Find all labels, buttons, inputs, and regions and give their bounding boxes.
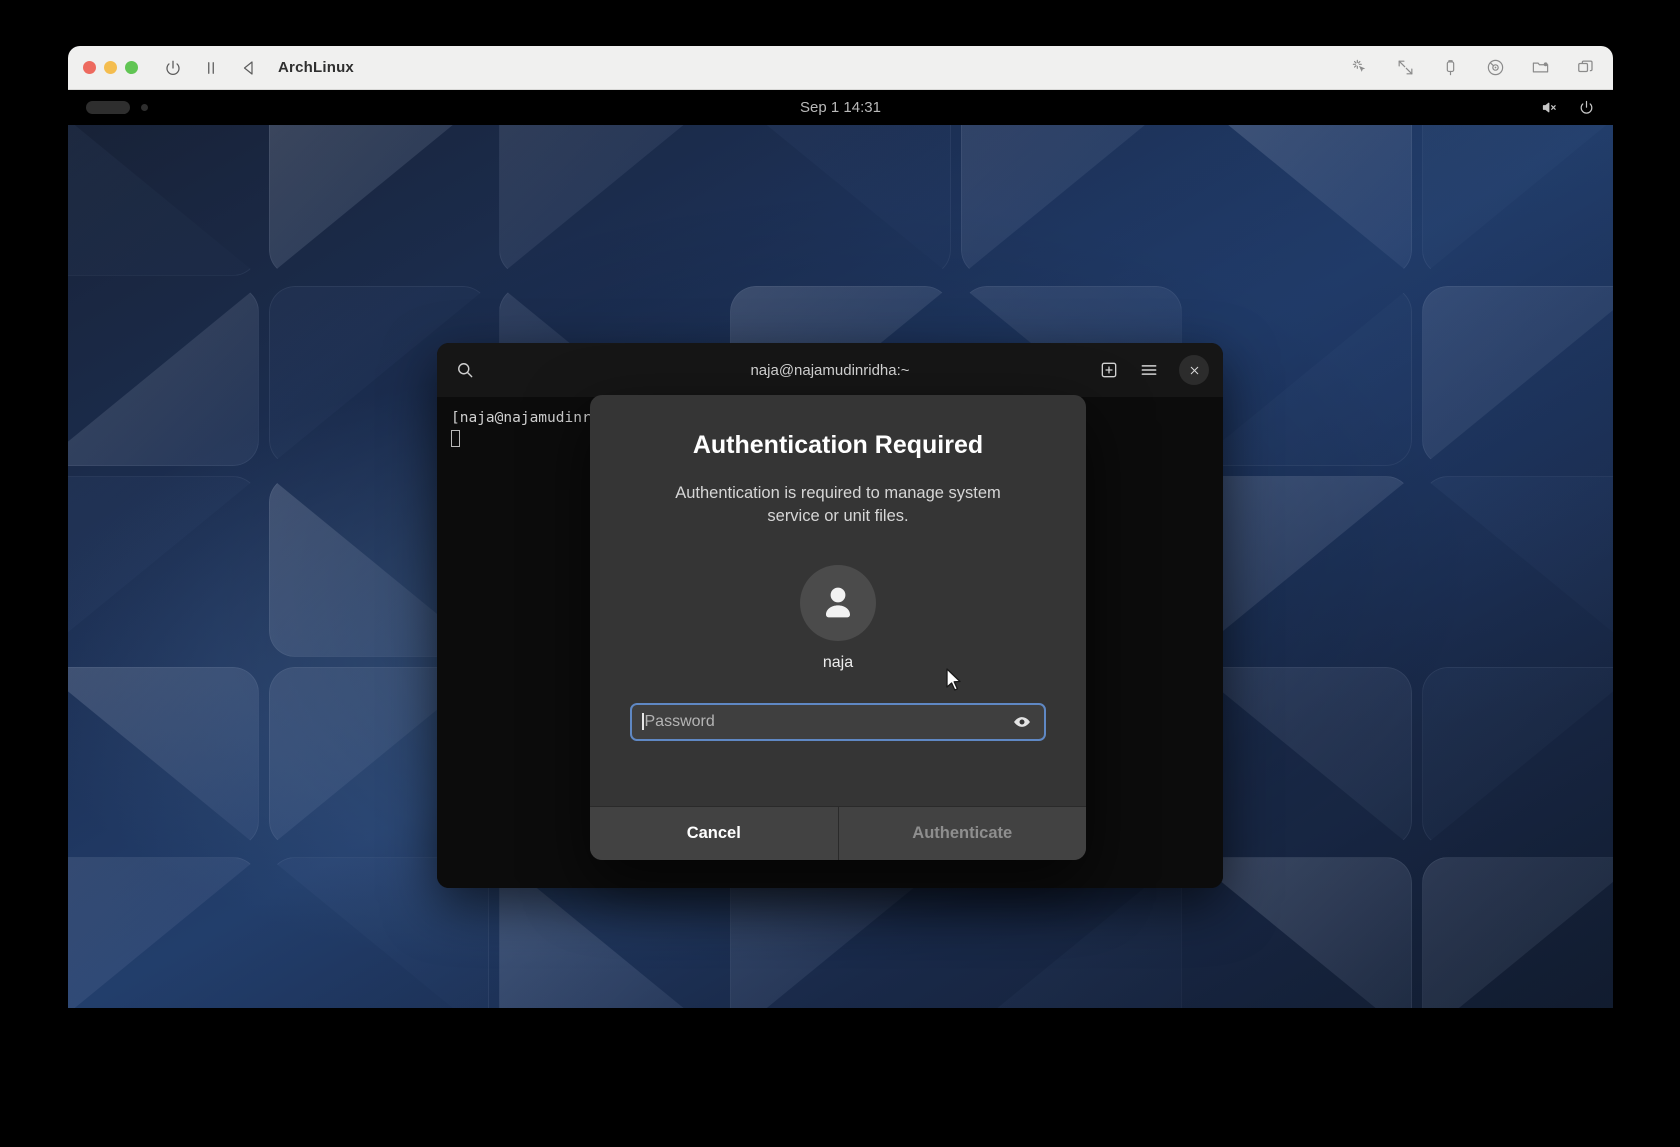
close-window-button[interactable] [83, 61, 96, 74]
desktop-bottom-letterbox [68, 1008, 1613, 1052]
traffic-light-group [83, 61, 138, 74]
vm-toolbar-left [164, 59, 258, 77]
maximize-window-button[interactable] [125, 61, 138, 74]
resize-icon[interactable] [1396, 58, 1415, 77]
eye-icon[interactable] [1012, 712, 1032, 732]
auth-username: naja [822, 653, 854, 671]
terminal-header: naja@najamudinridha:~ [437, 343, 1223, 397]
cancel-button[interactable]: Cancel [590, 807, 839, 860]
guest-screen: Sep 1 14:31 naja@najamudinridha:~ [naja@… [68, 90, 1613, 1052]
vm-toolbar-right [1351, 58, 1595, 77]
pointer-capture-icon[interactable] [1351, 58, 1370, 77]
vm-window-title: ArchLinux [278, 59, 354, 76]
password-input[interactable]: Password [630, 702, 1046, 741]
search-icon[interactable] [455, 360, 475, 380]
authenticate-button[interactable]: Authenticate [838, 807, 1086, 860]
auth-dialog-message: Authentication is required to manage sys… [675, 484, 1001, 526]
pause-icon[interactable] [202, 59, 220, 77]
password-row: Password [630, 702, 1046, 741]
windows-icon[interactable] [1576, 58, 1595, 77]
gnome-top-bar: Sep 1 14:31 [68, 90, 1613, 125]
back-navigation-icon[interactable] [240, 59, 258, 77]
power-icon[interactable] [164, 59, 182, 77]
optical-disc-icon[interactable] [1486, 58, 1505, 77]
hamburger-menu-icon[interactable] [1139, 360, 1159, 380]
vm-window: ArchLinux Sep 1 14:31 naja@najamudinridh… [68, 46, 1613, 1052]
authentication-dialog: Authentication Required Authentication i… [590, 395, 1086, 860]
vm-titlebar: ArchLinux [68, 46, 1613, 90]
auth-dialog-buttons: Cancel Authenticate [590, 806, 1086, 860]
password-placeholder: Password [644, 712, 715, 730]
auth-dialog-content: Authentication Required Authentication i… [590, 395, 1086, 806]
auth-dialog-title: Authentication Required [692, 431, 984, 459]
usb-icon[interactable] [1441, 58, 1460, 77]
shared-folder-icon[interactable] [1531, 58, 1550, 77]
person-avatar-icon [826, 587, 850, 618]
new-tab-icon[interactable] [1099, 360, 1119, 380]
terminal-actions [1099, 355, 1209, 385]
text-caret [642, 713, 644, 731]
avatar [800, 564, 876, 641]
minimize-window-button[interactable] [104, 61, 117, 74]
block-cursor [451, 430, 460, 448]
close-icon[interactable] [1179, 355, 1209, 385]
clock[interactable]: Sep 1 14:31 [68, 99, 1613, 116]
